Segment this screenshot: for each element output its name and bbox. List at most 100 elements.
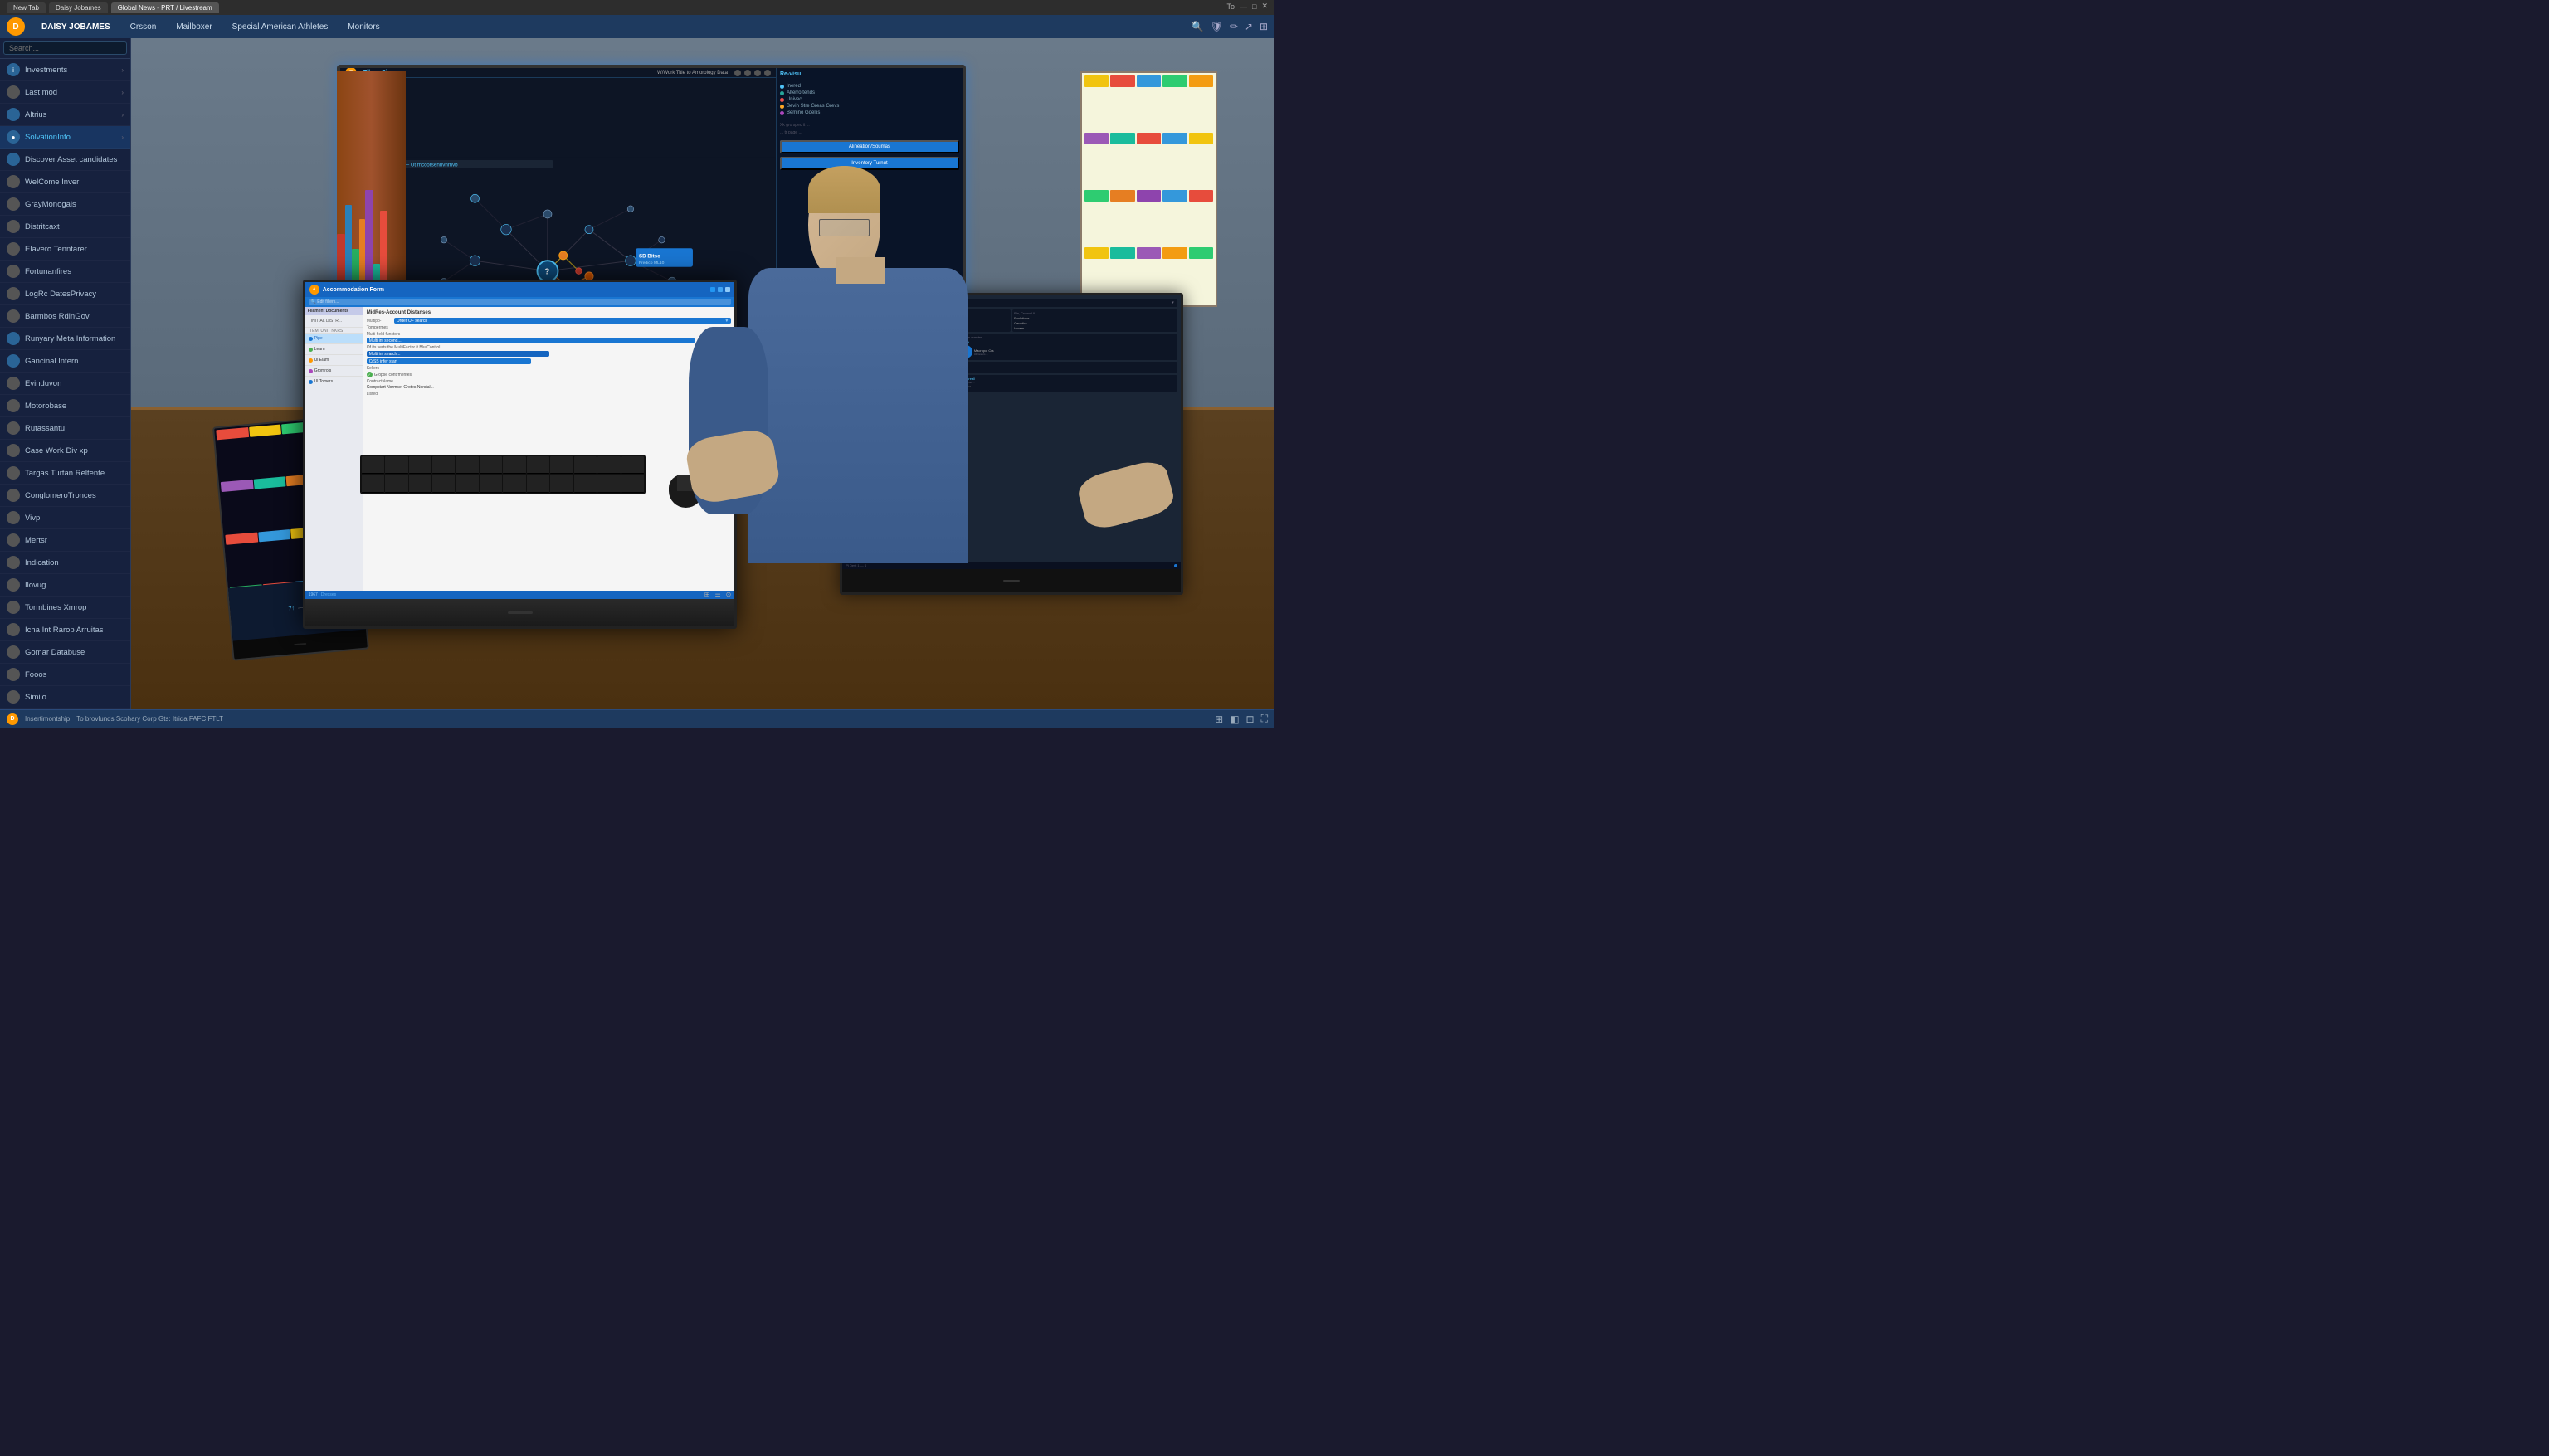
tab-2[interactable]: Daisy Jobames bbox=[49, 2, 108, 13]
sidebar-item-welcome[interactable]: WelCome Inver bbox=[0, 171, 130, 193]
right-monitor: Play Stl ▾ Beta, Tronics, Bla Uc Cromo I… bbox=[840, 293, 1182, 595]
sidebar-item-icon bbox=[7, 175, 20, 188]
browser-maximize[interactable]: □ bbox=[1252, 2, 1256, 11]
sidebar-item-icon bbox=[7, 377, 20, 390]
sidebar-item-ilovug[interactable]: Ilovug bbox=[0, 574, 130, 597]
sidebar-item-vivp[interactable]: Vivp bbox=[0, 507, 130, 529]
status-layout-icon[interactable]: ⊡ bbox=[1246, 713, 1255, 725]
nav-shield-icon[interactable]: 🛡 bbox=[1211, 21, 1223, 32]
sidebar-item-graymono[interactable]: GrayMonogals bbox=[0, 193, 130, 216]
sidebar-item-evinduv[interactable]: Evinduvon bbox=[0, 373, 130, 395]
nav-bar: D DAISY JOBAMES Crsson Mailboxer Special… bbox=[0, 15, 1274, 38]
sidebar-item-label: GrayMonogals bbox=[25, 200, 124, 209]
nav-edit-icon[interactable]: ✏ bbox=[1230, 21, 1238, 32]
sidebar-item-conglom[interactable]: ConglomeroTronces bbox=[0, 485, 130, 507]
sidebar-item-label: Case Work Div xp bbox=[25, 446, 124, 455]
sidebar-item-icon bbox=[7, 556, 20, 569]
nav-item-daisy[interactable]: DAISY JOBAMES bbox=[38, 21, 114, 33]
sidebar-item-runyary[interactable]: Runyary Meta Information bbox=[0, 328, 130, 350]
sidebar-item-discover[interactable]: Discover Asset candidates bbox=[0, 149, 130, 171]
nav-item-crsson[interactable]: Crsson bbox=[127, 21, 160, 33]
sidebar-item-label: LogRc DatesPrivacy bbox=[25, 290, 124, 299]
sidebar-item-lastmod[interactable]: Last mod › bbox=[0, 81, 130, 104]
sidebar-item-icon bbox=[7, 466, 20, 480]
sidebar-item-investments[interactable]: i Investments › bbox=[0, 59, 130, 81]
sidebar-item-tormbines[interactable]: Tormbines Xmrop bbox=[0, 597, 130, 619]
app-sidebar-item5[interactable]: Ul Tomers bbox=[305, 377, 363, 387]
browser-close[interactable]: ✕ bbox=[1261, 2, 1268, 11]
sidebar-item-icon bbox=[7, 533, 20, 547]
tab-bar: New Tab Daisy Jobames Global News - PRT … bbox=[7, 2, 219, 13]
browser-top-right: To — □ ✕ bbox=[1227, 2, 1269, 11]
sidebar-expand-icon: › bbox=[121, 66, 124, 74]
status-main-text: Insertimontship bbox=[25, 715, 70, 723]
sidebar-item-barmbos[interactable]: Barmbos RdinGov bbox=[0, 305, 130, 328]
sidebar-item-indication[interactable]: Indication bbox=[0, 552, 130, 574]
sidebar-item-mertsr[interactable]: Mertsr bbox=[0, 529, 130, 552]
app-sidebar-selected[interactable]: Pipe- bbox=[305, 334, 363, 344]
pencil-cup bbox=[737, 434, 765, 488]
inventory-button[interactable]: Inventory Turnut bbox=[780, 157, 959, 170]
sidebar-expand-icon: › bbox=[121, 89, 124, 96]
sidebar-item-label: Barmbos RdinGov bbox=[25, 312, 124, 321]
sidebar-item-motoro[interactable]: Motorobase bbox=[0, 395, 130, 417]
status-bar: D Insertimontship To brovlunds Scohary C… bbox=[0, 709, 1274, 728]
nav-item-monitors[interactable]: Monitors bbox=[344, 21, 383, 33]
svg-text:Fredico ML10: Fredico ML10 bbox=[639, 261, 665, 265]
bg-monitor-subtitle: W/Work Title to Amorology Data bbox=[657, 71, 728, 75]
tab-3[interactable]: Global News - PRT / Livestream bbox=[111, 2, 219, 13]
status-grid-icon[interactable]: ◧ bbox=[1230, 713, 1239, 725]
sidebar-item-distritcaxt[interactable]: Distritcaxt bbox=[0, 216, 130, 238]
sidebar-item-label: Rutassantu bbox=[25, 424, 124, 433]
wall-board bbox=[1080, 71, 1217, 306]
status-expand-icon[interactable]: ⊞ bbox=[1215, 713, 1223, 725]
legend-item-bemino: Bemino Goellis bbox=[780, 110, 959, 115]
sidebar-item-gancinal[interactable]: Gancinal Intern bbox=[0, 350, 130, 373]
alineation-button[interactable]: Alineation/Soumas bbox=[780, 140, 959, 153]
sidebar-item-label: Altrius bbox=[25, 110, 121, 119]
app-inner-sidebar: Filament Documents INITIAL DISTR... ITEM… bbox=[305, 307, 363, 598]
legend-label: Inered bbox=[787, 84, 801, 89]
tab-1[interactable]: New Tab bbox=[7, 2, 46, 13]
app-sidebar-item4[interactable]: Gromrols bbox=[305, 366, 363, 377]
sidebar-item-solvation[interactable]: ● SolvationInfo › bbox=[0, 126, 130, 149]
sidebar-item-fooos[interactable]: Fooos bbox=[0, 664, 130, 686]
sidebar-item-icha[interactable]: Icha Int Rarop Arruitas bbox=[0, 619, 130, 641]
sidebar-item-icon bbox=[7, 578, 20, 592]
browser-minimize[interactable]: — bbox=[1240, 2, 1247, 11]
sidebar-search-container bbox=[0, 38, 130, 59]
sidebar-item-label: Tormbines Xmrop bbox=[25, 603, 124, 612]
sidebar-item-label: Elavero Tenntarer bbox=[25, 245, 124, 254]
sidebar-item-targas[interactable]: Targas Turtan Reltente bbox=[0, 462, 130, 485]
nav-grid-icon[interactable]: ⊞ bbox=[1260, 21, 1268, 32]
legend-item-bevin: Bevin Stre Greas Grevs bbox=[780, 104, 959, 109]
sidebar-item-altrius[interactable]: Altrius › bbox=[0, 104, 130, 126]
sidebar-item-logrc[interactable]: LogRc DatesPrivacy bbox=[0, 283, 130, 305]
sidebar-search-input[interactable] bbox=[3, 41, 127, 55]
sidebar-item-similo[interactable]: Similo bbox=[0, 686, 130, 709]
status-left: D Insertimontship To brovlunds Scohary C… bbox=[7, 713, 223, 725]
sidebar-item-rutas[interactable]: Rutassantu bbox=[0, 417, 130, 440]
sidebar-item-label: Indication bbox=[25, 558, 124, 567]
sidebar-item-icon bbox=[7, 399, 20, 412]
sidebar-item-elavero[interactable]: Elavero Tenntarer bbox=[0, 238, 130, 261]
sidebar-item-fortunan[interactable]: Fortunanfires bbox=[0, 261, 130, 283]
nav-share-icon[interactable]: ↗ bbox=[1245, 21, 1253, 32]
sidebar-item-label: Distritcaxt bbox=[25, 222, 124, 231]
browser-chrome: New Tab Daisy Jobames Global News - PRT … bbox=[0, 0, 1274, 15]
svg-text:?: ? bbox=[544, 268, 549, 277]
legend-label: Alterro tends bbox=[787, 90, 815, 95]
nav-search-icon[interactable]: 🔍 bbox=[1192, 21, 1204, 32]
status-fullscreen-icon[interactable]: ⛶ bbox=[1261, 713, 1268, 725]
sidebar-item-gomar[interactable]: Gomar Databuse bbox=[0, 641, 130, 664]
app-sidebar-item2[interactable]: Learn bbox=[305, 344, 363, 355]
sidebar-item-casework[interactable]: Case Work Div xp bbox=[0, 440, 130, 462]
sidebar-item-icon bbox=[7, 354, 20, 368]
sidebar-item-icon bbox=[7, 220, 20, 233]
browser-to-label: To bbox=[1227, 2, 1236, 11]
nav-item-mailboxer[interactable]: Mailboxer bbox=[173, 21, 215, 33]
nav-item-special[interactable]: Special American Athletes bbox=[229, 21, 332, 33]
sidebar-item-label: Runyary Meta Information bbox=[25, 334, 124, 343]
app-sidebar-item3[interactable]: Ul Elam bbox=[305, 355, 363, 366]
sidebar-item-label: Fortunanfires bbox=[25, 267, 124, 276]
